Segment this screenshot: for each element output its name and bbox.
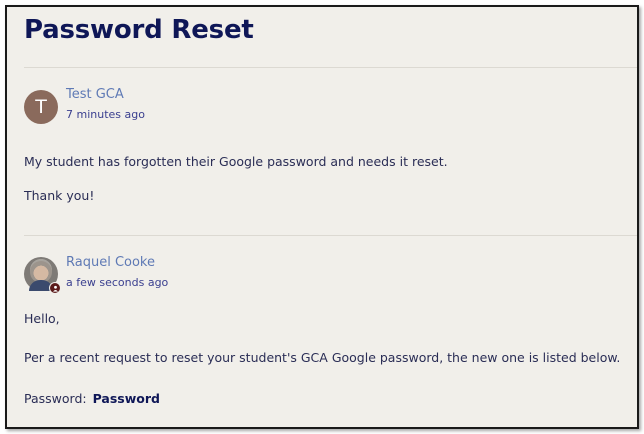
divider <box>24 67 637 68</box>
person-icon <box>52 285 58 292</box>
comment-text: My student has forgotten their Google pa… <box>24 154 448 169</box>
avatar[interactable] <box>24 257 61 294</box>
avatar-initial: T <box>35 96 47 118</box>
comment-text: Per a recent request to reset your stude… <box>24 350 621 365</box>
divider <box>24 235 637 236</box>
comment-author-link[interactable]: Test GCA <box>66 87 124 102</box>
password-line: Password: Password <box>24 391 160 406</box>
page-title: Password Reset <box>24 15 254 45</box>
agent-badge-icon <box>49 282 61 294</box>
comment-author-link[interactable]: Raquel Cooke <box>66 255 155 270</box>
password-label: Password: <box>24 391 87 406</box>
comment-text: Hello, <box>24 311 60 326</box>
comment-timestamp[interactable]: 7 minutes ago <box>66 108 145 121</box>
ticket-panel: Password Reset T Test GCA 7 minutes ago … <box>5 5 639 429</box>
password-value: Password <box>92 391 160 406</box>
comment-timestamp[interactable]: a few seconds ago <box>66 276 168 289</box>
comment-text: Thank you! <box>24 188 95 203</box>
avatar[interactable]: T <box>24 90 58 124</box>
